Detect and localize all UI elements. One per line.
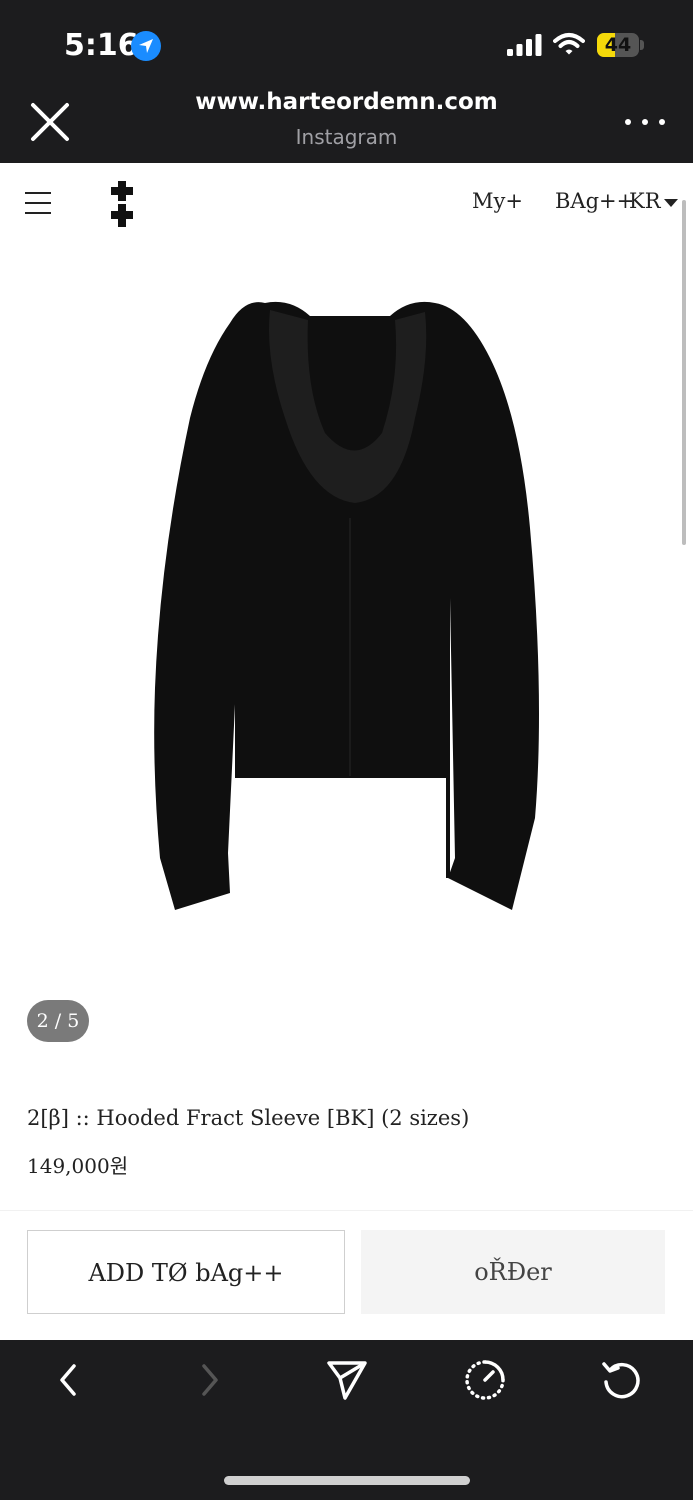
order-button[interactable]: oŘĐer [361, 1230, 665, 1314]
home-indicator [224, 1476, 470, 1485]
nav-my-account[interactable]: My+ [472, 189, 523, 213]
share-icon[interactable] [325, 1358, 369, 1402]
nav-bag[interactable]: BAg++ [555, 189, 634, 213]
location-icon [131, 31, 161, 61]
nav-region[interactable]: KR [629, 189, 661, 213]
hamburger-menu-icon[interactable] [25, 192, 51, 214]
chevron-down-icon[interactable] [664, 199, 678, 207]
product-price: 149,000원 [27, 1154, 129, 1178]
browser-source: Instagram [295, 125, 398, 149]
refresh-icon[interactable] [600, 1358, 644, 1402]
site-logo[interactable] [109, 181, 135, 227]
status-time: 5:16 [64, 28, 139, 63]
browser-url[interactable]: www.harteordemn.com [0, 89, 693, 115]
image-counter-badge: 2 / 5 [27, 1000, 89, 1042]
cellular-signal-icon [507, 34, 543, 61]
wifi-icon [553, 32, 585, 61]
page-scrollbar[interactable] [682, 200, 686, 545]
more-options-icon[interactable] [625, 112, 665, 132]
product-image[interactable] [150, 298, 550, 918]
status-bar: 5:16 44 [0, 0, 693, 80]
add-to-bag-button[interactable]: ADD TØ bAg++ [27, 1230, 345, 1314]
speed-icon[interactable] [463, 1358, 507, 1402]
battery-level: 44 [604, 34, 632, 56]
battery-icon: 44 [597, 33, 639, 57]
forward-icon[interactable] [187, 1358, 231, 1402]
product-name: 2[β] :: Hooded Fract Sleeve [BK] (2 size… [27, 1106, 470, 1130]
battery-cap [640, 40, 644, 50]
back-icon[interactable] [48, 1358, 92, 1402]
